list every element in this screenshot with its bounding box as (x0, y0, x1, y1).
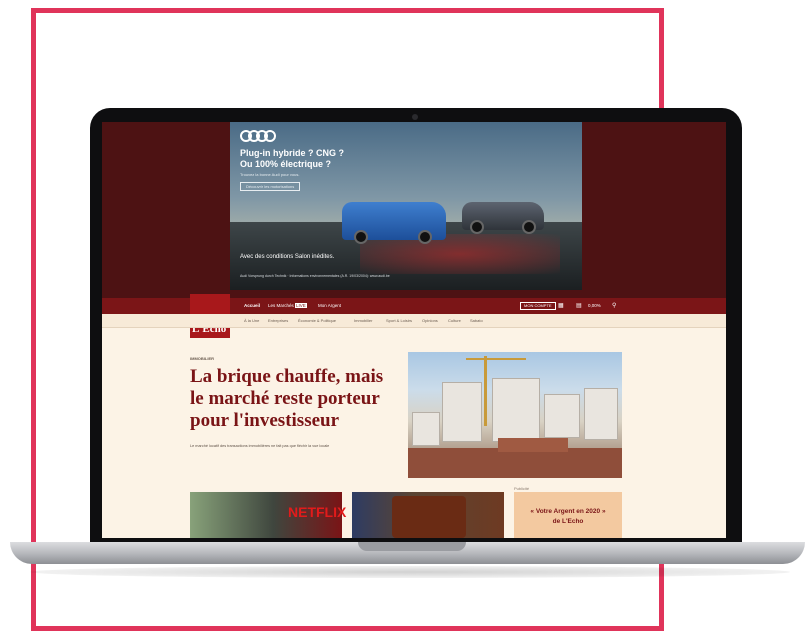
subnav-item[interactable]: Opinions (422, 318, 438, 323)
nav-item-marches[interactable]: Les Marchés LIVE (268, 303, 307, 308)
search-icon[interactable]: ⚲ (612, 302, 616, 310)
ad-headline-line: Ou 100% électrique ? (240, 159, 332, 169)
audi-advertisement[interactable]: Plug-in hybride ? CNG ? Ou 100% électriq… (230, 122, 582, 290)
ad-footer: Audi Vorsprung durch Technik · Informati… (240, 274, 390, 278)
promo-box[interactable]: « Votre Argent en 2020 » de L'Echo (514, 492, 622, 538)
subnav-item[interactable]: Sabato (470, 318, 483, 323)
promo-label: Publicité (514, 486, 530, 491)
article-lede: Le marché locatif des transactions immob… (190, 444, 330, 448)
ad-headline: Plug-in hybride ? CNG ? Ou 100% électriq… (240, 148, 400, 170)
grid-icon[interactable]: ▦ (558, 302, 564, 310)
market-index-value[interactable]: 0,00% (588, 303, 601, 308)
headline-line: le marché reste porteur (190, 388, 380, 409)
account-button[interactable]: MON COMPTE (520, 302, 556, 310)
car-image (462, 202, 544, 234)
laptop-shadow (30, 566, 790, 578)
subnav-item[interactable]: Immobilier (354, 318, 372, 323)
live-badge: LIVE (295, 303, 307, 308)
article-headline[interactable]: La brique chauffe, mais le marché reste … (190, 366, 412, 432)
headline-line: La brique chauffe, mais (190, 366, 384, 387)
car-image (342, 202, 446, 244)
laptop-screen: Plug-in hybride ? CNG ? Ou 100% électriq… (102, 122, 726, 538)
nav-item-mon-argent[interactable]: Mon Argent (318, 303, 341, 308)
subnav-item[interactable]: Économie & Politique (298, 318, 336, 323)
briefcase-image (392, 496, 466, 538)
ad-cta-button[interactable]: Découvrir les motorisations (240, 182, 301, 191)
ad-note: Avec des conditions Salon inédites. (240, 254, 335, 260)
article-photo[interactable] (408, 352, 622, 478)
article-thumbnail[interactable] (352, 492, 504, 538)
subnav-item[interactable]: Culture (448, 318, 461, 323)
camera-icon (412, 114, 418, 120)
stage: Plug-in hybride ? CNG ? Ou 100% électriq… (0, 0, 806, 633)
laptop-notch (358, 542, 466, 551)
nav-item-accueil[interactable]: Accueil (244, 303, 260, 308)
ad-subline: Trouvez la bonne Audi pour vous. (240, 172, 300, 177)
promo-title: « Votre Argent en 2020 » (530, 508, 606, 515)
article-kicker: IMMOBILIER (190, 356, 214, 361)
promo-subtitle: de L'Echo (552, 518, 584, 525)
ad-headline-line: Plug-in hybride ? CNG ? (240, 148, 344, 158)
subnav-item[interactable]: Entreprises (268, 318, 288, 323)
subnav-item[interactable]: À la Une (244, 318, 259, 323)
headline-line: pour l'investisseur (190, 410, 340, 431)
crane-arm (466, 358, 526, 360)
ad-light-glow (360, 234, 560, 274)
article-thumbnail[interactable]: NETFLIX (190, 492, 346, 538)
subnav-item[interactable]: Sport & Loisirs (386, 318, 412, 323)
crane (484, 356, 487, 426)
newspaper-icon[interactable]: ▤ (576, 302, 582, 310)
section-subnav (102, 314, 726, 328)
audi-rings-logo (240, 130, 276, 142)
netflix-logo: NETFLIX (288, 504, 347, 520)
